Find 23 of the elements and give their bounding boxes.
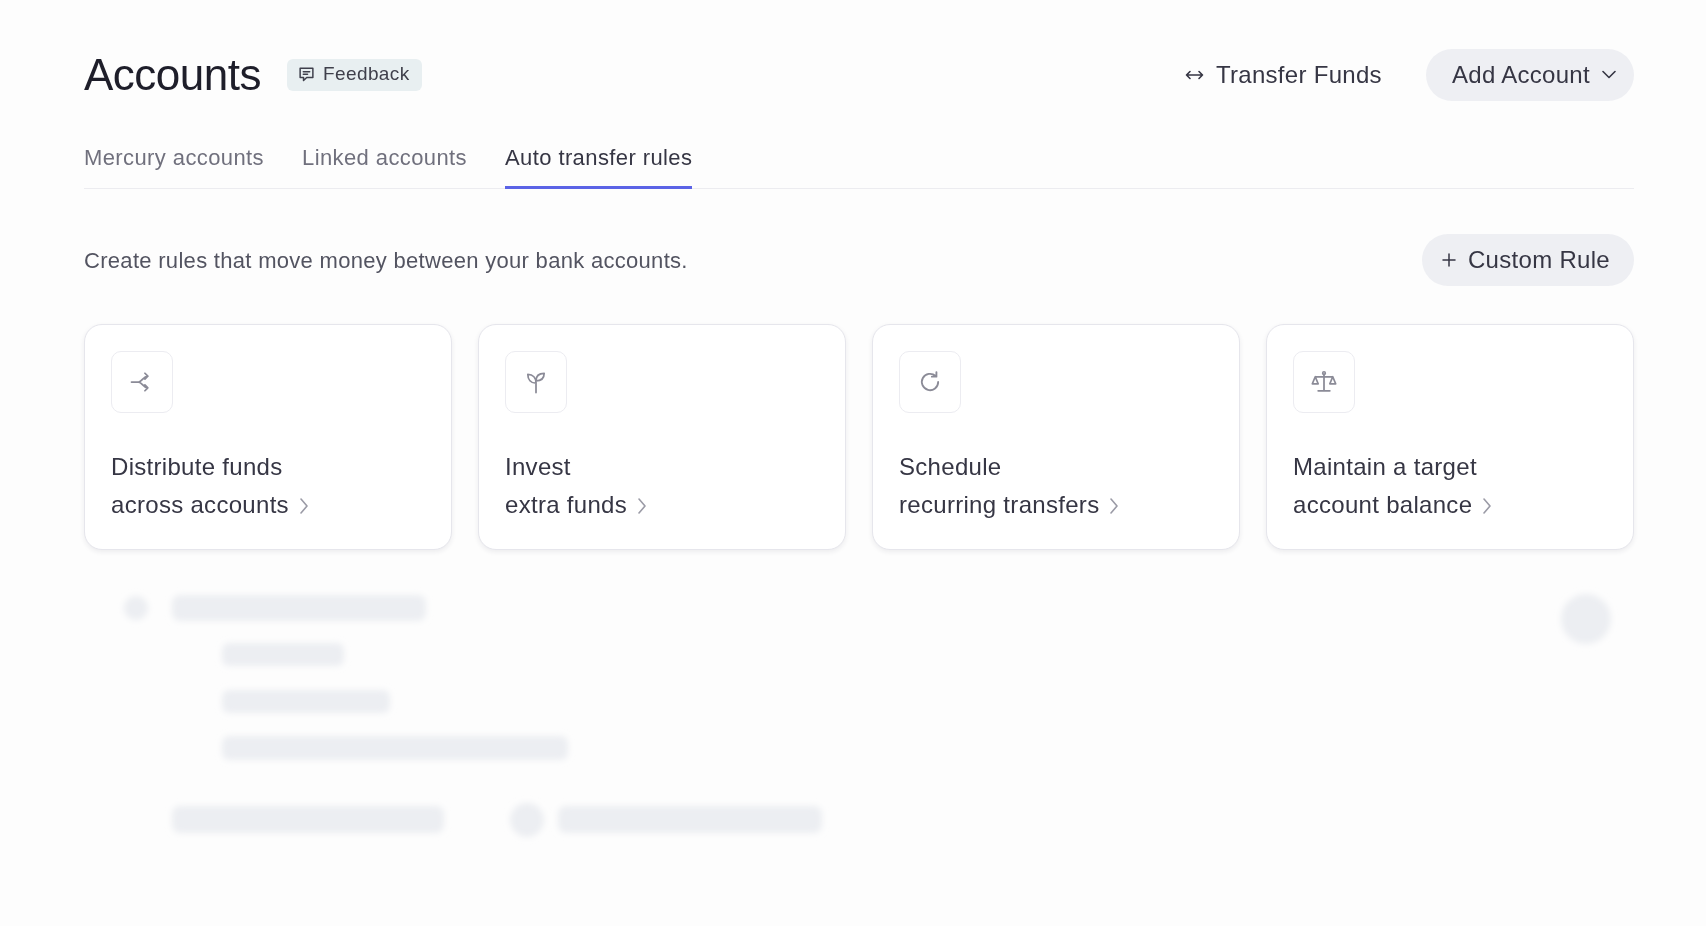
scale-icon	[1293, 351, 1355, 413]
add-account-button[interactable]: Add Account	[1425, 48, 1634, 101]
chevron-down-icon	[1602, 70, 1616, 79]
chevron-right-icon	[1109, 497, 1120, 515]
double-arrow-icon	[1184, 68, 1204, 81]
rule-card[interactable]: Distribute funds across accounts	[84, 324, 452, 550]
transfer-funds-button[interactable]: Transfer Funds	[1184, 56, 1382, 93]
feedback-button[interactable]: Feedback	[287, 58, 422, 91]
rule-card[interactable]: Maintain a target account balance	[1266, 324, 1634, 550]
page-title: Accounts	[84, 52, 261, 97]
chat-icon	[298, 66, 315, 83]
tab[interactable]: Mercury accounts	[84, 134, 264, 189]
chevron-right-icon	[1482, 497, 1493, 515]
rule-card[interactable]: Schedule recurring transfers	[872, 324, 1240, 550]
description-text: Create rules that move money between your bank accounts.	[84, 246, 688, 275]
sprout-icon	[505, 351, 567, 413]
plus-icon	[1442, 253, 1456, 267]
rule-card[interactable]: Invest extra funds	[478, 324, 846, 550]
chevron-right-icon	[637, 497, 648, 515]
tab[interactable]: Auto transfer rules	[505, 134, 693, 189]
tab[interactable]: Linked accounts	[302, 134, 467, 189]
custom-rule-button[interactable]: Custom Rule	[1422, 234, 1634, 286]
chevron-right-icon	[298, 497, 309, 515]
